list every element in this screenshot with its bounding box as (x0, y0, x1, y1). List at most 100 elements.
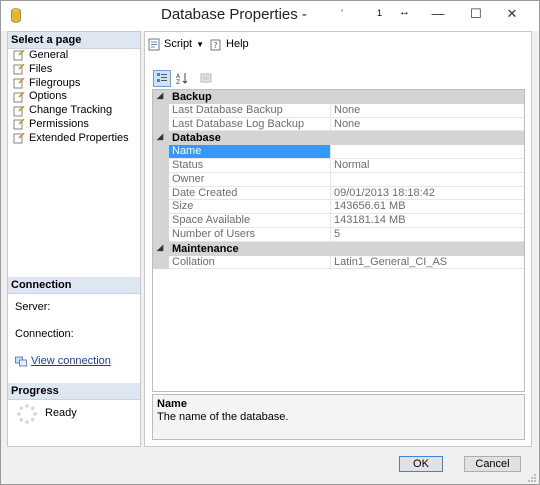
property-name: Number of Users (169, 228, 331, 242)
select-page-header: Select a page (8, 32, 140, 49)
connection-header: Connection (8, 277, 140, 294)
script-label: Script (164, 38, 193, 50)
toolbar: Script ▼ ? Help (145, 32, 531, 56)
property-name: Date Created (169, 186, 331, 201)
collapse-icon[interactable]: ◢ (157, 132, 163, 141)
property-name: Collation (169, 255, 331, 270)
script-icon (148, 38, 160, 50)
page-item-label: Options (29, 90, 67, 103)
property-row[interactable]: Number of Users 5 (153, 228, 524, 242)
property-name: Name (169, 145, 331, 159)
row-gutter (153, 159, 169, 173)
page-item-change-tracking[interactable]: Change Tracking (8, 104, 140, 118)
page-icon (13, 64, 25, 75)
page-item-general[interactable]: General (8, 49, 140, 63)
category-label: Backup (172, 91, 212, 103)
maximize-button[interactable]: ☐ (459, 1, 493, 27)
description-text: The name of the database. (157, 411, 289, 423)
property-value: None (331, 118, 524, 132)
property-grid: ◢ Backup Last Database Backup None Last … (152, 89, 525, 392)
page-icon (13, 105, 25, 116)
property-value: None (331, 104, 524, 118)
page-item-label: Files (29, 62, 53, 75)
window-title: Database Properties - (161, 6, 307, 23)
page-item-files[interactable]: Files (8, 63, 140, 77)
row-gutter (153, 228, 169, 242)
property-row[interactable]: Size 143656.61 MB (153, 200, 524, 215)
category-backup[interactable]: ◢ Backup (153, 90, 524, 104)
page-item-label: Permissions (29, 117, 89, 130)
page-item-filegroups[interactable]: Filegroups (8, 77, 140, 91)
property-row[interactable]: Owner (153, 172, 524, 187)
page-item-permissions[interactable]: Permissions (8, 118, 140, 132)
categorized-icon (157, 73, 167, 82)
page-icon (13, 77, 25, 89)
property-row[interactable]: Date Created 09/01/2013 18:18:42 (153, 186, 524, 201)
property-name: Last Database Backup (169, 103, 331, 118)
property-name: Owner (169, 172, 331, 187)
property-value: 143656.61 MB (331, 200, 524, 215)
property-row[interactable]: Last Database Backup None (153, 103, 524, 118)
cancel-button[interactable]: Cancel (464, 456, 521, 472)
progress-header: Progress (8, 383, 140, 400)
left-pane: Select a page General Files Filegroups O… (7, 31, 141, 447)
property-row-selected[interactable]: Name (153, 145, 524, 159)
property-value: Normal (331, 159, 524, 173)
ok-button[interactable]: OK (399, 456, 443, 472)
property-row[interactable]: Status Normal (153, 159, 524, 173)
row-gutter (153, 172, 169, 187)
page-item-options[interactable]: Options (8, 90, 140, 104)
property-value[interactable] (331, 145, 524, 159)
property-value: 143181.14 MB (331, 214, 524, 228)
svg-text:Z: Z (176, 79, 180, 84)
collapse-icon[interactable]: ◢ (157, 91, 163, 100)
sort-alphabetical-icon: A Z (176, 73, 188, 84)
page-icon (13, 133, 25, 144)
resize-grip-icon[interactable] (527, 473, 537, 483)
page-item-label: Extended Properties (29, 131, 129, 144)
property-value: 5 (331, 228, 524, 242)
page-icon (13, 50, 25, 61)
title-glyph: ↔ (399, 6, 410, 18)
database-properties-window: Database Properties - ’ 1 ↔ — ☐ ✕ Select… (0, 0, 540, 485)
property-value (331, 173, 524, 187)
page-icon (13, 91, 25, 103)
view-connection-link[interactable]: View connection (15, 355, 111, 367)
property-name: Size (169, 200, 331, 215)
help-button[interactable]: ? Help (210, 38, 249, 51)
minimize-button[interactable]: — (421, 1, 455, 27)
title-bar[interactable]: Database Properties - ’ 1 ↔ — ☐ ✕ (1, 1, 539, 31)
property-name: Last Database Log Backup (169, 117, 331, 132)
property-pages-icon (200, 73, 212, 83)
property-row[interactable]: Collation Latin1_General_CI_AS (153, 255, 524, 270)
database-app-icon (11, 8, 21, 23)
server-label: Server: (15, 301, 51, 313)
property-name: Status (169, 159, 331, 173)
category-label: Maintenance (172, 242, 239, 255)
category-maintenance[interactable]: ◢ Maintenance (153, 241, 524, 256)
category-label: Database (172, 132, 221, 145)
close-button[interactable]: ✕ (495, 1, 529, 27)
row-gutter (153, 214, 169, 228)
property-row[interactable]: Space Available 143181.14 MB (153, 214, 524, 228)
page-item-extended-properties[interactable]: Extended Properties (8, 132, 140, 146)
dropdown-arrow-icon[interactable]: ▼ (196, 40, 204, 49)
svg-text:?: ? (213, 41, 217, 50)
property-value: 09/01/2013 18:18:42 (331, 187, 524, 201)
title-glyph: 1 (377, 8, 383, 18)
property-pages-button[interactable] (197, 70, 215, 87)
progress-status: Ready (45, 407, 77, 419)
page-icon (13, 119, 25, 130)
progress-spinner-icon (17, 404, 37, 424)
category-database[interactable]: ◢ Database (153, 131, 524, 146)
script-button[interactable]: Script ▼ (148, 38, 204, 51)
categorized-button[interactable] (153, 69, 171, 87)
page-item-label: Filegroups (29, 76, 81, 89)
alphabetical-button[interactable]: A Z (173, 70, 191, 87)
property-row[interactable]: Last Database Log Backup None (153, 117, 524, 132)
right-pane: Script ▼ ? Help A Z ◢ Backup Last Databa… (144, 31, 532, 447)
connection-label: Connection: (15, 328, 74, 340)
description-title: Name (157, 398, 187, 410)
collapse-icon[interactable]: ◢ (157, 243, 163, 252)
title-glyph: ’ (341, 8, 343, 18)
